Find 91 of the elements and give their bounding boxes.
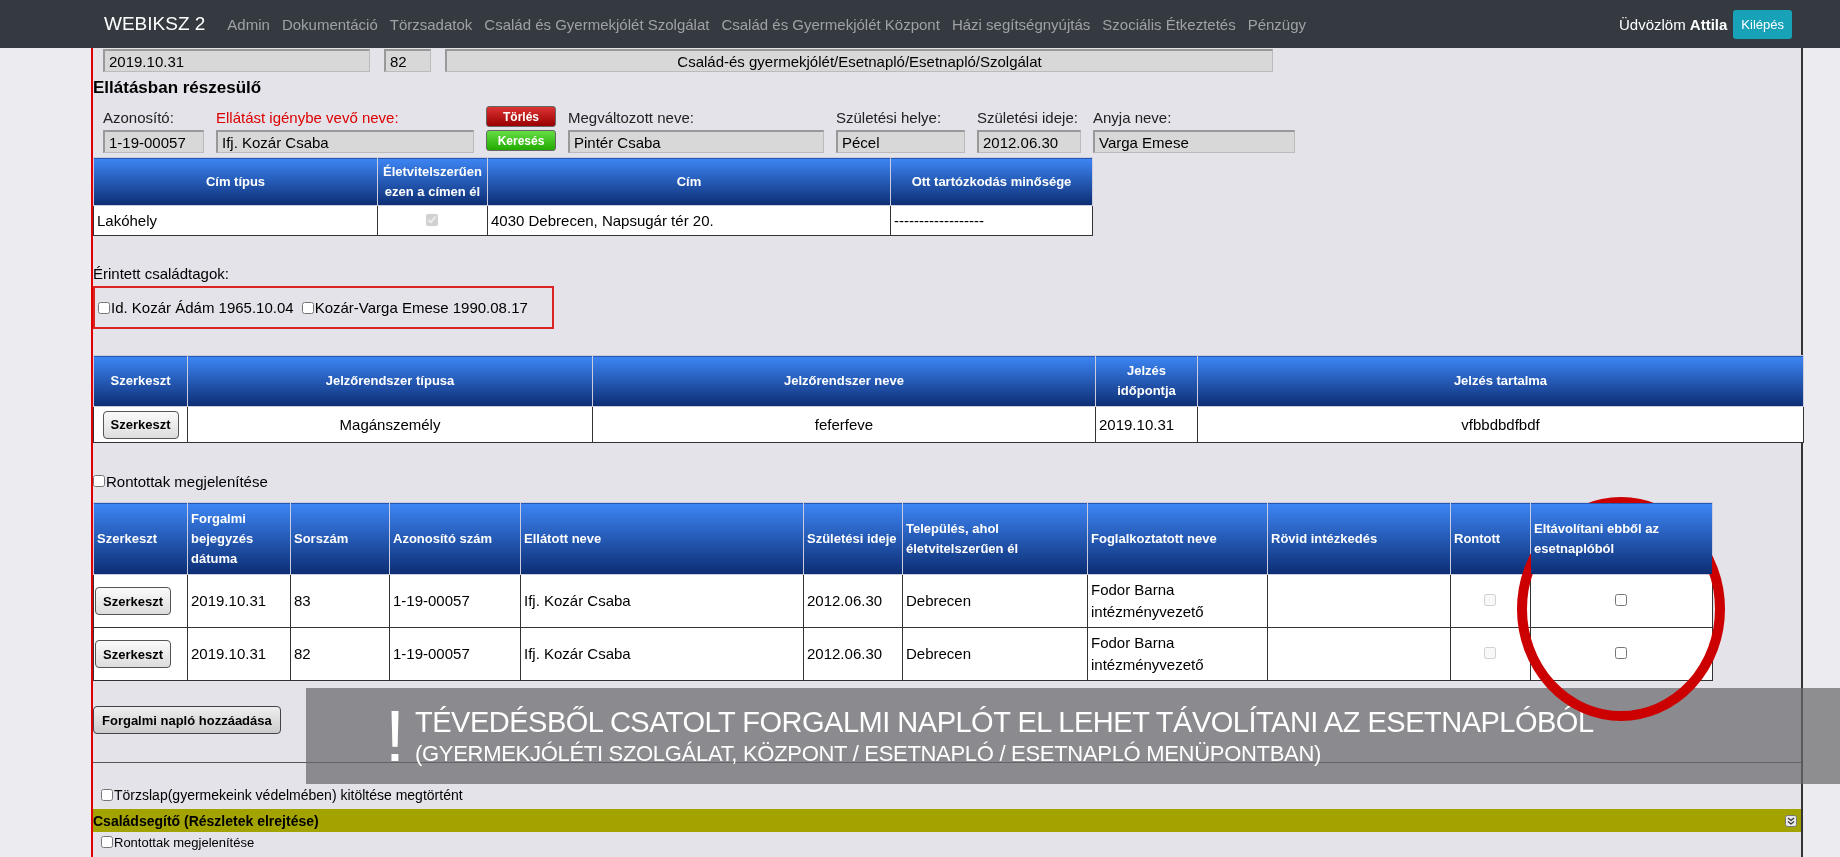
column-header: Rövid intézkedés	[1267, 502, 1451, 575]
text-field[interactable]: Pécel	[836, 130, 965, 153]
checkbox[interactable]	[301, 301, 314, 314]
table-cell: vfbbdbdfbdf	[1197, 406, 1804, 443]
table-cell: 2019.10.31	[187, 574, 291, 628]
add-entry-button[interactable]: Forgalmi napló hozzáadása	[93, 706, 281, 734]
nav-link[interactable]: Család és Gyermekjólét Központ	[715, 15, 946, 33]
table-cell: Ifj. Kozár Csaba	[520, 574, 804, 628]
column-header: Cím	[487, 157, 891, 206]
checkbox-label: Id. Kozár Ádám 1965.10.04	[111, 299, 294, 316]
column-header: Eltávolítani ebből az esetnaplóból	[1530, 502, 1713, 575]
annotation-text: (GYERMEKJÓLÉTI SZOLGÁLAT, KÖZPONT / ESETNAPLÓ / ESETNAPLÓ MENÜPONTBAN)	[415, 740, 1323, 767]
table-cell: ------------------	[890, 205, 1093, 236]
table-cell: feferfeve	[592, 406, 1096, 443]
double-chevron-icon[interactable]	[1785, 814, 1797, 827]
field-label: Születési helye:	[836, 109, 943, 126]
checkbox[interactable]	[93, 475, 105, 487]
column-header: Jelzés tartalma	[1197, 355, 1804, 407]
text-field[interactable]: Varga Emese	[1093, 130, 1295, 153]
table-cell: Fodor Barna intézményvezető	[1087, 627, 1268, 681]
section-title: Családsegítő (Részletek elrejtése)	[93, 812, 319, 829]
checkbox[interactable]	[101, 789, 113, 801]
column-header: Rontott	[1450, 502, 1531, 575]
column-header: Életvitelszerűen ezen a címen él	[377, 157, 488, 206]
text-field[interactable]: Pintér Csaba	[568, 130, 824, 153]
field-label: Ellátást igénybe vevő neve:	[216, 109, 400, 126]
column-header: Jelzés időpontja	[1095, 355, 1198, 407]
exclamation-mark: !	[385, 700, 405, 772]
field-label: Azonosító:	[103, 109, 175, 126]
column-header: Jelzőrendszer neve	[592, 355, 1096, 407]
checkbox[interactable]	[98, 301, 110, 314]
table-cell: 2012.06.30	[803, 627, 903, 681]
column-header: Foglalkoztatott neve	[1087, 502, 1268, 575]
text-field[interactable]: 2012.06.30	[977, 130, 1081, 153]
section-label: Érintett családtagok:	[93, 265, 230, 284]
text-field[interactable]: 2019.10.31	[103, 49, 370, 72]
delete-button[interactable]: Törlés	[486, 106, 556, 127]
edit-button[interactable]: Szerkeszt	[95, 587, 171, 615]
annotation-text: TÉVEDÉSBŐL CSATOLT FORGALMI NAPLÓT EL LEHET TÁVOLÍTANI AZ ESETNAPLÓBÓL	[415, 705, 1594, 739]
text-field[interactable]: 82	[384, 49, 431, 72]
table-cell: 4030 Debrecen, Napsugár tér 20.	[487, 205, 891, 236]
column-header: Település, ahol életvitelszerűen él	[902, 502, 1088, 575]
section-title: Ellátásban részesülő	[93, 78, 263, 98]
table-cell: Fodor Barna intézményvezető	[1087, 574, 1268, 628]
table-cell: Lakóhely	[93, 205, 378, 236]
nav-link[interactable]: Dokumentáció	[275, 15, 384, 33]
nav-link[interactable]: Szociális Étkeztetés	[1096, 15, 1242, 33]
field-label: Születési ideje:	[977, 109, 1079, 126]
checkbox[interactable]	[101, 836, 113, 848]
edit-button[interactable]: Szerkeszt	[102, 410, 179, 439]
table-cell: 2019.10.31	[1095, 406, 1198, 443]
text-field[interactable]: Ifj. Kozár Csaba	[216, 130, 474, 153]
column-header: Szerkeszt	[93, 502, 188, 575]
table-cell: 83	[290, 574, 390, 628]
nav-link[interactable]: Család és Gyermekjólét Szolgálat	[478, 15, 716, 33]
column-header: Cím típus	[93, 157, 378, 206]
nav-link[interactable]: Pénzügy	[1241, 15, 1313, 33]
column-header: Azonosító szám	[389, 502, 521, 575]
greeting-text: Üdvözlöm Attila	[1619, 15, 1728, 33]
table-cell: Ifj. Kozár Csaba	[520, 627, 804, 681]
table-cell: 2012.06.30	[803, 574, 903, 628]
column-header: Születési ideje	[803, 502, 903, 575]
column-header: Ott tartózkodás minősége	[890, 157, 1093, 206]
field-label: Anyja neve:	[1093, 109, 1173, 126]
table-cell: Debrecen	[902, 627, 1088, 681]
table-cell: 1-19-00057	[389, 627, 521, 681]
table-cell: Debrecen	[902, 574, 1088, 628]
table-cell: Magánszemély	[187, 406, 593, 443]
column-header: Jelzőrendszer típusa	[187, 355, 593, 407]
edit-button[interactable]: Szerkeszt	[95, 640, 171, 668]
column-header: Sorszám	[290, 502, 390, 575]
checkbox-label: Törzslap(gyermekeink védelmében) kitöltése megtörtént	[114, 787, 463, 803]
nav-link[interactable]: Házi segítségnyújtás	[945, 15, 1097, 33]
brand-logo[interactable]: WEBIKSZ 2	[104, 13, 206, 35]
text-field[interactable]: 1-19-00057	[103, 130, 204, 153]
field-label: Megváltozott neve:	[568, 109, 695, 126]
checkbox-label: Kozár-Varga Emese 1990.08.17	[314, 299, 528, 316]
nav-link[interactable]: Admin	[221, 15, 276, 33]
column-header: Forgalmi bejegyzés dátuma	[187, 502, 291, 575]
checkbox[interactable]	[1615, 594, 1627, 606]
checkbox[interactable]	[1615, 647, 1627, 659]
section-header-bar[interactable]: Családsegítő (Részletek elrejtése)	[93, 809, 1801, 832]
checkbox-label: Rontottak megjelenítése	[114, 834, 255, 850]
text-field[interactable]: Család-és gyermekjólét/Esetnapló/Esetnapló/Szolgálat	[445, 49, 1273, 72]
nav-link[interactable]: Törzsadatok	[383, 15, 479, 33]
table-cell: 82	[290, 627, 390, 681]
column-header: Szerkeszt	[93, 355, 188, 407]
column-header: Ellátott neve	[520, 502, 804, 575]
table-cell: 2019.10.31	[187, 627, 291, 681]
table-cell: 1-19-00057	[389, 574, 521, 628]
checkbox-label: Rontottak megjelenítése	[106, 472, 268, 490]
